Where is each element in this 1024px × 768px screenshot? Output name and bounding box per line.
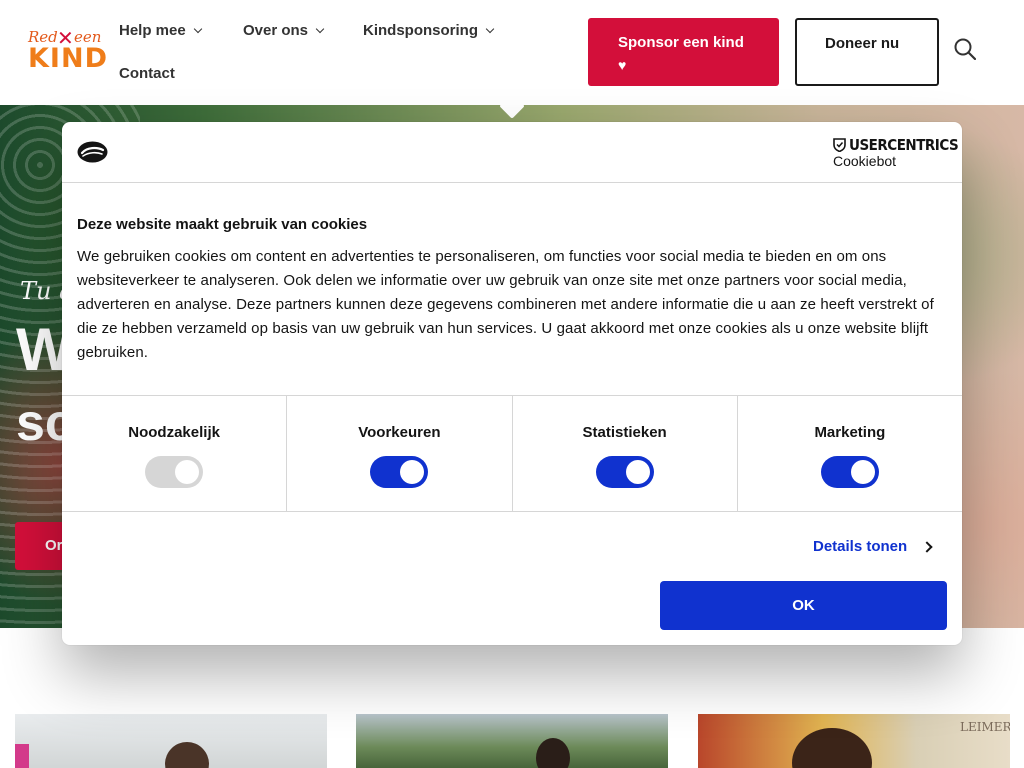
chevron-right-icon: [921, 540, 933, 553]
shield-icon: [833, 138, 846, 152]
brand-product: Cookiebot: [833, 153, 897, 169]
sponsor-button[interactable]: Sponsor een kind ♥: [588, 18, 779, 86]
consent-categories: Noodzakelijk Voorkeuren Statistieken Mar…: [62, 395, 962, 512]
category-label: Voorkeuren: [358, 424, 441, 441]
nav-item-label: Contact: [119, 65, 175, 82]
card-photo: [536, 738, 570, 768]
donate-button[interactable]: Doneer nu: [795, 18, 939, 86]
toggle-knob: [400, 460, 425, 484]
category-voorkeuren: Voorkeuren: [287, 396, 513, 511]
toggle-noodzakelijk: [145, 456, 204, 488]
logo-text-kind: KIND: [28, 43, 108, 74]
category-marketing: Marketing: [738, 396, 962, 511]
chevron-down-icon: [193, 24, 202, 34]
category-statistieken: Statistieken: [513, 396, 738, 511]
chevron-down-icon: [485, 24, 495, 34]
nav-item-label: Help mee: [119, 22, 186, 39]
usercentrics-brand: USERCENTRICS Cookiebot: [833, 136, 959, 169]
nav-item-help-mee[interactable]: Help mee: [119, 22, 202, 39]
nav-item-contact[interactable]: Contact: [119, 65, 175, 82]
ok-button-label: OK: [792, 597, 815, 614]
dialog-header: USERCENTRICS Cookiebot: [62, 122, 962, 183]
story-card-2[interactable]: [356, 714, 668, 768]
card-photo: [792, 728, 872, 768]
toggle-voorkeuren[interactable]: [370, 456, 429, 488]
cookiebot-logo-icon: [77, 141, 108, 163]
card-photo-detail: [15, 744, 29, 768]
search-icon[interactable]: [954, 38, 976, 60]
story-card-3[interactable]: LEIMERA: [698, 714, 1010, 768]
nav-item-over-ons[interactable]: Over ons: [243, 22, 325, 39]
logo[interactable]: Red ✕ een KIND: [28, 28, 107, 76]
card-photo: [165, 742, 209, 768]
nav-item-kindsponsoring[interactable]: Kindsponsoring: [363, 22, 495, 39]
toggle-knob: [850, 460, 875, 484]
toggle-marketing[interactable]: [820, 456, 879, 488]
nav-item-label: Over ons: [243, 22, 309, 39]
category-label: Noodzakelijk: [128, 424, 220, 441]
site-header: Red ✕ een KIND Help mee Over ons Kindspo…: [0, 0, 1024, 105]
hero-cta-label: Or: [45, 537, 63, 554]
sponsor-button-label: Sponsor een kind: [618, 34, 744, 51]
nav-item-label: Kindsponsoring: [363, 22, 478, 39]
heart-icon: ♥: [618, 57, 627, 73]
show-details-label: Details tonen: [813, 538, 908, 555]
chevron-down-icon: [315, 24, 325, 34]
donate-button-label: Doneer nu: [825, 35, 900, 52]
story-card-1[interactable]: [15, 714, 327, 768]
card-photo-text: LEIMERA: [960, 720, 1010, 734]
dialog-body-text: We gebruiken cookies om content en adver…: [77, 248, 934, 361]
category-label: Marketing: [814, 424, 886, 441]
ok-button[interactable]: OK: [660, 581, 947, 630]
category-label: Statistieken: [582, 424, 667, 441]
dialog-title: Deze website maakt gebruik van cookies: [77, 216, 368, 233]
brand-name: USERCENTRICS: [849, 136, 959, 154]
toggle-knob: [625, 460, 650, 484]
show-details-link[interactable]: Details tonen: [813, 538, 933, 555]
cookie-consent-dialog: USERCENTRICS Cookiebot Deze website maak…: [62, 122, 962, 645]
category-noodzakelijk: Noodzakelijk: [62, 396, 288, 511]
toggle-statistieken[interactable]: [595, 456, 654, 488]
toggle-knob: [175, 460, 200, 484]
